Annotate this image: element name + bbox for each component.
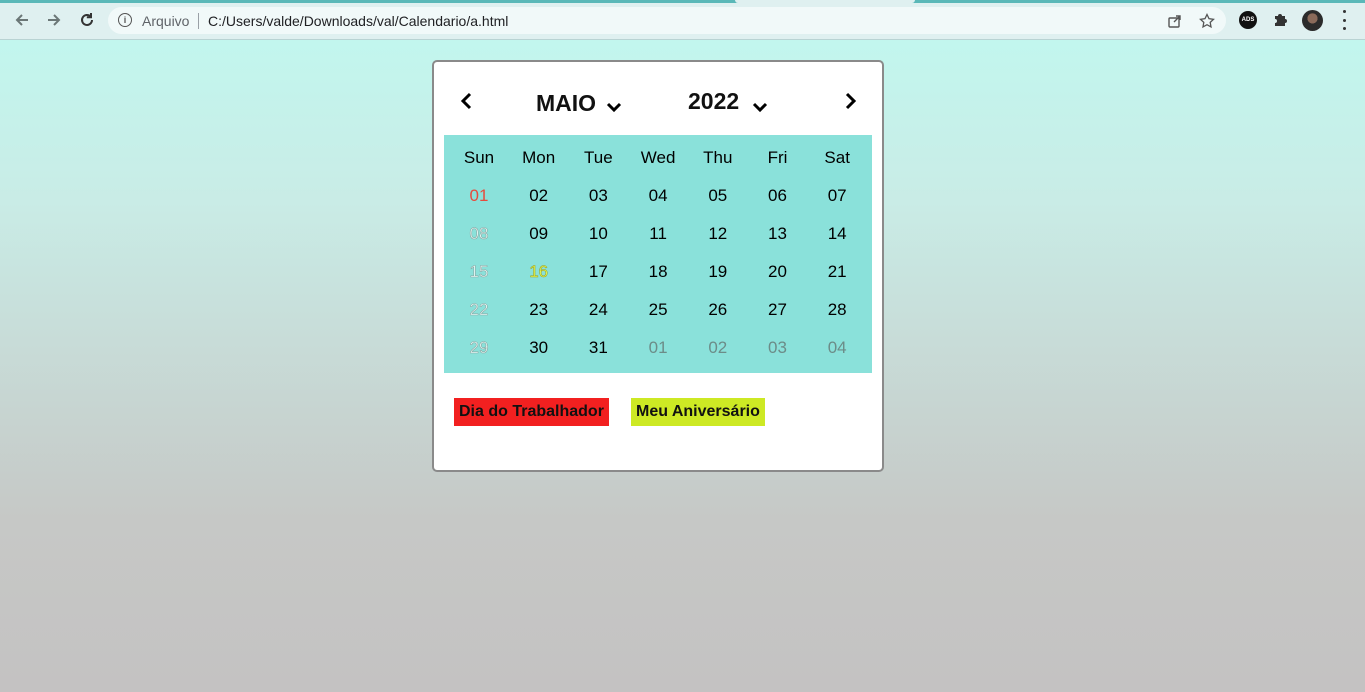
day-cell[interactable]: 02 (688, 333, 748, 363)
day-cell[interactable]: 06 (748, 181, 808, 211)
day-cell[interactable]: 22 (449, 295, 509, 325)
weekday-header: Sat (824, 148, 850, 167)
day-cell[interactable]: 28 (807, 295, 867, 325)
day-cell[interactable]: 12 (688, 219, 748, 249)
day-cell[interactable]: 16 (509, 257, 569, 287)
year-selector[interactable]: 2022 (688, 88, 739, 115)
address-bar[interactable]: i Arquivo C:/Users/valde/Downloads/val/C… (108, 7, 1226, 34)
chevron-left-icon (460, 92, 472, 110)
arrow-left-icon (15, 14, 28, 26)
ads-extension-label: ADS (1241, 17, 1255, 23)
day-cell[interactable]: 27 (748, 295, 808, 325)
next-month-button[interactable] (839, 90, 861, 112)
day-cell[interactable]: 13 (748, 219, 808, 249)
day-cell[interactable]: 25 (628, 295, 688, 325)
chevron-down-icon[interactable] (606, 102, 622, 114)
day-cell[interactable]: 01 (628, 333, 688, 363)
back-button[interactable] (11, 9, 33, 31)
chevron-right-icon (845, 92, 857, 110)
calendar-card: MAIO 2022 Sun Mon Tue Wed Thu Fri Sat 01 02 03 04 0… (432, 60, 884, 472)
divider (198, 13, 199, 29)
prev-month-button[interactable] (456, 90, 478, 112)
day-cell[interactable]: 17 (568, 257, 628, 287)
day-cell[interactable]: 29 (449, 333, 509, 363)
day-cell[interactable]: 11 (628, 219, 688, 249)
day-cell[interactable]: 01 (449, 181, 509, 211)
day-cell[interactable]: 07 (807, 181, 867, 211)
weekday-header: Sun (463, 148, 495, 167)
weekday-header: Tue (584, 148, 613, 167)
day-cell[interactable]: 04 (628, 181, 688, 211)
day-cell[interactable]: 20 (748, 257, 808, 287)
url-text[interactable]: C:/Users/valde/Downloads/val/Calendario/… (208, 13, 508, 29)
extensions-puzzle-icon[interactable] (1271, 11, 1289, 29)
calendar-grid: Sun Mon Tue Wed Thu Fri Sat 01 02 03 04 05 06 07 08 09 1… (444, 135, 872, 373)
day-cell[interactable]: 10 (568, 219, 628, 249)
day-cell[interactable]: 19 (688, 257, 748, 287)
event-tag-holiday: Dia do Trabalhador (454, 398, 609, 426)
day-cell[interactable]: 26 (688, 295, 748, 325)
chevron-down-icon[interactable] (752, 102, 768, 114)
day-cell[interactable]: 02 (509, 181, 569, 211)
day-cell[interactable]: 21 (807, 257, 867, 287)
day-cell[interactable]: 08 (449, 219, 509, 249)
browser-toolbar: i Arquivo C:/Users/valde/Downloads/val/C… (0, 0, 1365, 40)
reload-button[interactable] (76, 9, 98, 31)
share-icon[interactable] (1166, 12, 1184, 30)
weekday-header: Fri (767, 148, 788, 167)
day-cell[interactable]: 03 (568, 181, 628, 211)
info-icon[interactable]: i (118, 13, 132, 27)
ads-extension-icon[interactable]: ADS (1239, 11, 1257, 29)
day-cell[interactable]: 30 (509, 333, 569, 363)
weekday-header: Thu (703, 148, 733, 167)
profile-avatar[interactable] (1302, 10, 1323, 31)
forward-button[interactable] (43, 9, 65, 31)
reload-icon (81, 13, 93, 26)
day-cell[interactable]: 14 (807, 219, 867, 249)
day-cell[interactable]: 09 (509, 219, 569, 249)
day-cell[interactable]: 31 (568, 333, 628, 363)
arrow-right-icon (48, 14, 61, 26)
day-cell[interactable]: 18 (628, 257, 688, 287)
browser-menu-button[interactable] (1338, 10, 1350, 30)
month-selector[interactable]: MAIO (536, 90, 596, 117)
weekday-header: Wed (640, 148, 676, 167)
star-icon[interactable] (1198, 12, 1216, 30)
day-cell[interactable]: 24 (568, 295, 628, 325)
site-scheme-label: Arquivo (142, 13, 190, 29)
day-cell[interactable]: 04 (807, 333, 867, 363)
tab-strip (0, 0, 1365, 3)
day-cell[interactable]: 23 (509, 295, 569, 325)
day-cell[interactable]: 15 (449, 257, 509, 287)
weekday-header: Mon (522, 148, 556, 167)
event-tag-birthday: Meu Aniversário (631, 398, 765, 426)
day-cell[interactable]: 03 (748, 333, 808, 363)
day-cell[interactable]: 05 (688, 181, 748, 211)
